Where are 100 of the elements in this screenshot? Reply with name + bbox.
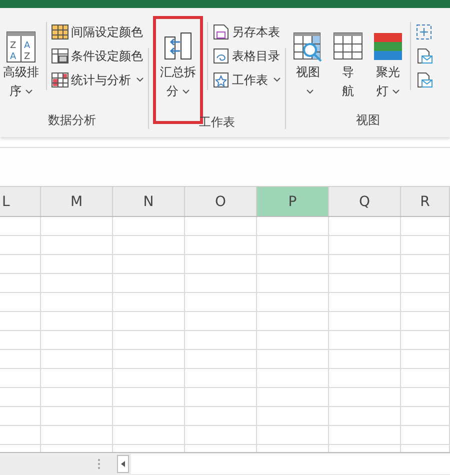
- grid-cell[interactable]: [257, 388, 329, 407]
- grid-cell[interactable]: [0, 255, 41, 274]
- grid-cell[interactable]: [41, 255, 113, 274]
- grid-cell[interactable]: [257, 293, 329, 312]
- grid-cell[interactable]: [401, 407, 450, 426]
- grid-cell[interactable]: [185, 350, 257, 369]
- column-header[interactable]: L: [0, 187, 41, 216]
- grid-cell[interactable]: [185, 274, 257, 293]
- grid-cell[interactable]: [41, 369, 113, 388]
- grid-cell[interactable]: [401, 236, 450, 255]
- grid-cell[interactable]: [401, 350, 450, 369]
- ribbon-button[interactable]: 工作表: [212, 70, 281, 90]
- column-header[interactable]: Q: [329, 187, 401, 216]
- grid-cell[interactable]: [329, 388, 401, 407]
- grid-cell[interactable]: [257, 426, 329, 445]
- grid-cell[interactable]: [257, 407, 329, 426]
- grid-cell[interactable]: [257, 274, 329, 293]
- grid-cell[interactable]: [185, 236, 257, 255]
- grid-cell[interactable]: [113, 426, 185, 445]
- grid-cell[interactable]: [41, 407, 113, 426]
- grid-cell[interactable]: [329, 293, 401, 312]
- grid-cell[interactable]: [401, 274, 450, 293]
- ribbon-button[interactable]: 间隔设定颜色: [51, 22, 144, 42]
- grid-cell[interactable]: [0, 312, 41, 331]
- grid-cell[interactable]: [113, 255, 185, 274]
- grid-cell[interactable]: [41, 350, 113, 369]
- grid-cell[interactable]: [401, 426, 450, 445]
- column-header[interactable]: N: [113, 187, 185, 216]
- grid-cell[interactable]: [0, 293, 41, 312]
- grid-cell[interactable]: [401, 331, 450, 350]
- grid-cell[interactable]: [41, 388, 113, 407]
- grid-cell[interactable]: [185, 293, 257, 312]
- ribbon-button[interactable]: 表格目录: [212, 46, 281, 66]
- grid-cell[interactable]: [329, 369, 401, 388]
- grid-cell[interactable]: [0, 426, 41, 445]
- grid-cell[interactable]: [113, 407, 185, 426]
- grid-cell[interactable]: [113, 217, 185, 236]
- scroll-left-button[interactable]: [117, 455, 129, 473]
- grid-cell[interactable]: [41, 331, 113, 350]
- ribbon-button[interactable]: 视图: [290, 16, 326, 104]
- grid-cell[interactable]: [113, 331, 185, 350]
- ribbon-button[interactable]: 另存本表: [212, 22, 281, 42]
- column-header[interactable]: P: [257, 187, 329, 216]
- grid-cell[interactable]: [113, 274, 185, 293]
- horizontal-scrollbar[interactable]: [131, 454, 450, 474]
- grid-cell[interactable]: [401, 312, 450, 331]
- grid-cell[interactable]: [41, 293, 113, 312]
- grid-cell[interactable]: [257, 217, 329, 236]
- ribbon-button[interactable]: 条件设定颜色: [51, 46, 144, 66]
- grid-cell[interactable]: [257, 350, 329, 369]
- grid-cell[interactable]: [0, 407, 41, 426]
- ribbon-button[interactable]: 汇总拆 分: [153, 16, 203, 124]
- grid-cell[interactable]: [185, 388, 257, 407]
- column-header[interactable]: R: [401, 187, 450, 216]
- grid-cell[interactable]: [0, 350, 41, 369]
- grid-cell[interactable]: [0, 369, 41, 388]
- grid-cell[interactable]: [329, 217, 401, 236]
- splitter-grip-icon[interactable]: [97, 458, 101, 470]
- grid-cell[interactable]: [0, 217, 41, 236]
- grid-cell[interactable]: [329, 236, 401, 255]
- grid-cell[interactable]: [329, 350, 401, 369]
- grid-cell[interactable]: [401, 369, 450, 388]
- ribbon-button[interactable]: Z A A Z 高级排 序: [0, 16, 42, 104]
- grid-cell[interactable]: [329, 274, 401, 293]
- grid-cell[interactable]: [185, 369, 257, 388]
- ribbon-button[interactable]: 聚光 灯: [370, 16, 406, 104]
- grid-cell[interactable]: [401, 293, 450, 312]
- grid-cell[interactable]: [401, 255, 450, 274]
- grid-cell[interactable]: [41, 426, 113, 445]
- grid-cell[interactable]: [185, 255, 257, 274]
- grid-cell[interactable]: [113, 350, 185, 369]
- grid-cell[interactable]: [113, 312, 185, 331]
- grid-cell[interactable]: [0, 274, 41, 293]
- grid-cell[interactable]: [329, 312, 401, 331]
- grid-cell[interactable]: [41, 236, 113, 255]
- grid-cell[interactable]: [329, 407, 401, 426]
- grid-cell[interactable]: [113, 388, 185, 407]
- grid-cell[interactable]: [113, 369, 185, 388]
- grid-cell[interactable]: [0, 331, 41, 350]
- grid-cell[interactable]: [257, 312, 329, 331]
- ribbon-button[interactable]: 统计与分析: [51, 70, 144, 90]
- grid-cell[interactable]: [329, 331, 401, 350]
- grid-cell[interactable]: [257, 236, 329, 255]
- grid-cell[interactable]: [185, 217, 257, 236]
- ribbon-icon-button[interactable]: [415, 22, 433, 42]
- grid-cell[interactable]: [185, 426, 257, 445]
- grid-cell[interactable]: [401, 217, 450, 236]
- grid-cell[interactable]: [185, 407, 257, 426]
- grid-cell[interactable]: [329, 426, 401, 445]
- grid-cell[interactable]: [41, 312, 113, 331]
- grid-cell[interactable]: [257, 369, 329, 388]
- grid-cell[interactable]: [185, 331, 257, 350]
- grid-cell[interactable]: [185, 312, 257, 331]
- grid-cell[interactable]: [113, 293, 185, 312]
- grid-cell[interactable]: [0, 388, 41, 407]
- column-header[interactable]: M: [41, 187, 113, 216]
- grid-cell[interactable]: [41, 274, 113, 293]
- grid-cell[interactable]: [329, 255, 401, 274]
- grid-cell[interactable]: [113, 236, 185, 255]
- grid-cell[interactable]: [0, 236, 41, 255]
